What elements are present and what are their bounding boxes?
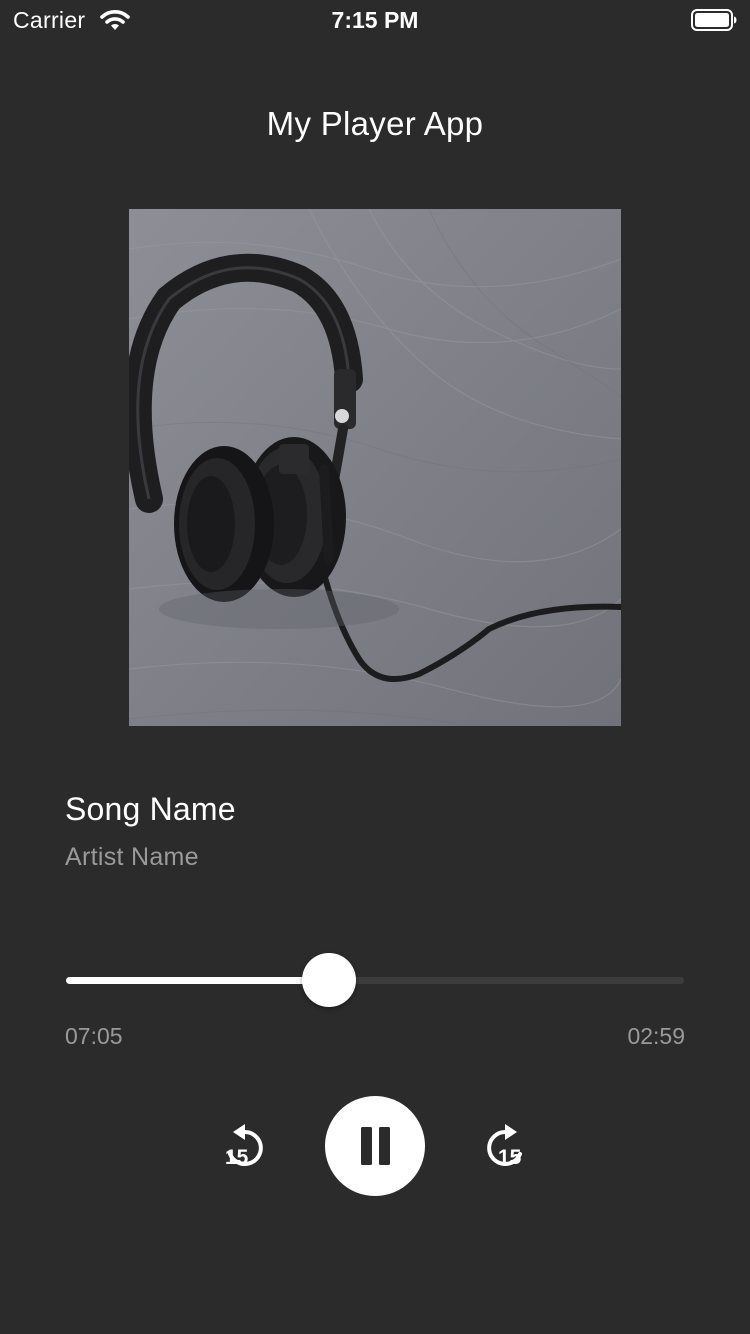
battery-icon — [691, 9, 737, 31]
song-title: Song Name — [65, 791, 236, 827]
remaining-time: 02:59 — [627, 1023, 685, 1049]
forward-seconds-label: 15 — [498, 1146, 522, 1169]
status-bar: Carrier 7:15 PM — [0, 0, 750, 40]
rewind-15-button[interactable]: 15 — [218, 1120, 274, 1172]
player-screen: Carrier 7:15 PM My Player App Song Name … — [0, 0, 750, 1334]
forward-15-icon: 15 — [487, 1124, 522, 1169]
forward-15-button[interactable]: 15 — [476, 1120, 532, 1172]
album-art — [129, 209, 621, 726]
page-title: My Player App — [266, 105, 484, 142]
artist-name: Artist Name — [65, 843, 199, 871]
pause-button[interactable] — [325, 1096, 425, 1196]
rewind-15-icon: 15 — [225, 1124, 263, 1169]
rewind-seconds-label: 15 — [225, 1146, 249, 1169]
progress-slider[interactable] — [66, 952, 684, 1008]
status-time: 7:15 PM — [331, 7, 419, 33]
progress-fill — [66, 977, 329, 984]
headphones-photo — [129, 209, 621, 726]
progress-thumb[interactable] — [302, 953, 356, 1007]
pause-icon — [361, 1127, 390, 1165]
elapsed-time: 07:05 — [65, 1023, 123, 1049]
